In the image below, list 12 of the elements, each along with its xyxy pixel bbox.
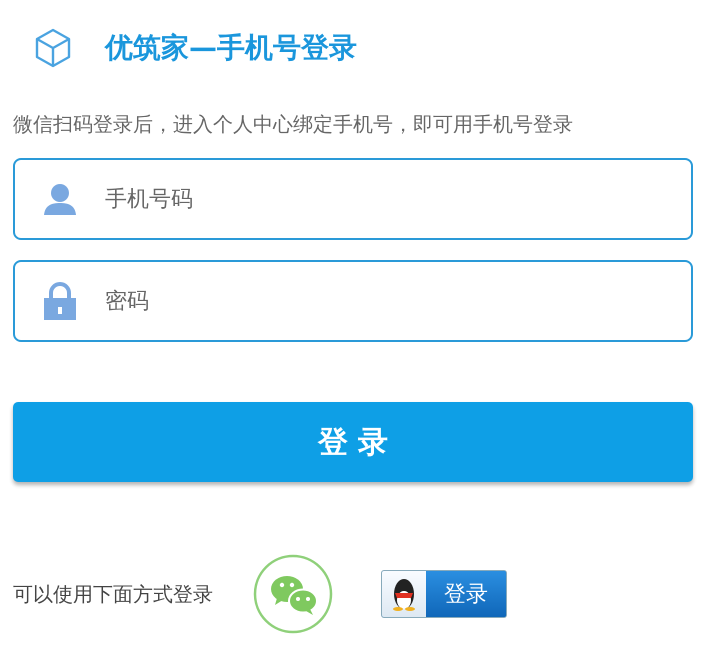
alternative-login-text: 可以使用下面方式登录 xyxy=(13,580,213,608)
lock-icon xyxy=(43,282,77,320)
qq-login-button[interactable]: 登录 xyxy=(381,570,507,618)
chat-bubbles-icon[interactable] xyxy=(253,554,333,634)
cube-icon xyxy=(35,28,71,68)
page-title: 优筑家—手机号登录 xyxy=(105,30,357,66)
input-field[interactable]: 密码 xyxy=(13,260,693,342)
input-field[interactable]: 手机号码 xyxy=(13,158,693,240)
login-button[interactable]: 登 录 xyxy=(13,402,693,482)
hint-text: 微信扫码登录后，进入个人中心绑定手机号，即可用手机号登录 xyxy=(13,111,574,138)
penguin-icon xyxy=(382,571,426,617)
person-icon xyxy=(43,183,77,215)
